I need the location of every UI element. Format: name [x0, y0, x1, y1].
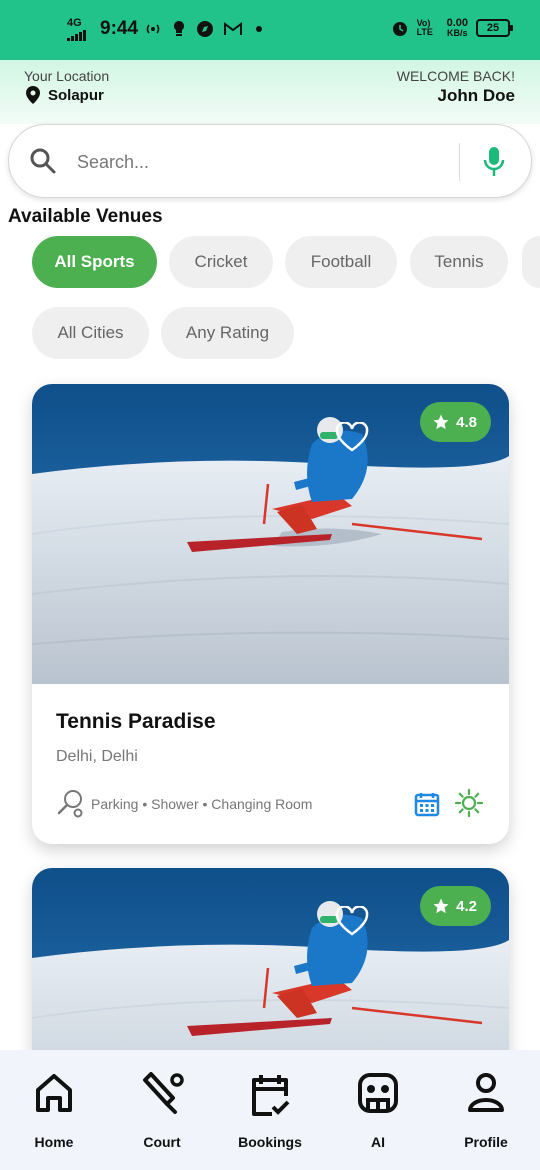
calendar-check-icon [252, 1075, 290, 1116]
compass-icon [197, 21, 213, 37]
person-icon [468, 1073, 504, 1112]
app-header: Your Location Solapur WELCOME BACK! John… [0, 60, 540, 124]
chip-cricket[interactable]: Cricket [169, 236, 273, 288]
bottom-navigation: Home Court Bookings AI Profile [0, 1050, 540, 1170]
nav-court-label: Court [143, 1134, 181, 1150]
alarm-icon [392, 22, 407, 36]
location-selector[interactable]: Solapur [26, 86, 104, 104]
welcome-label: WELCOME BACK! [396, 68, 515, 84]
signal-icon [67, 30, 86, 41]
nav-ai[interactable]: AI [324, 1050, 432, 1170]
chip-any-rating[interactable]: Any Rating [161, 307, 294, 359]
favorite-heart-icon[interactable] [335, 422, 369, 452]
calendar-icon[interactable] [414, 791, 440, 817]
nav-profile-label: Profile [464, 1134, 508, 1150]
dot-icon [256, 26, 262, 32]
chip-tennis[interactable]: Tennis [410, 236, 508, 288]
battery-level: 25 [486, 21, 500, 34]
bulb-icon [174, 21, 184, 36]
home-icon [36, 1074, 72, 1112]
venue-name: Tennis Paradise [56, 710, 216, 733]
rating-badge: 4.8 [420, 402, 491, 442]
rating-value: 4.8 [456, 413, 477, 431]
battery-icon: 25 [476, 19, 513, 37]
nav-profile[interactable]: Profile [432, 1050, 540, 1170]
section-title: Available Venues [8, 206, 163, 227]
chip-football[interactable]: Football [285, 236, 397, 288]
rating-badge: 4.2 [420, 886, 491, 926]
robot-icon [358, 1073, 398, 1113]
search-divider [459, 143, 460, 181]
venue-amenities: Parking • Shower • Changing Room [91, 796, 313, 812]
search-icon [30, 148, 56, 174]
network-indicator: 4G [67, 18, 86, 41]
nav-court[interactable]: Court [108, 1050, 216, 1170]
nav-home-label: Home [34, 1134, 74, 1150]
search-input[interactable] [77, 145, 447, 179]
nav-bookings[interactable]: Bookings [216, 1050, 324, 1170]
status-bar: 4G 9:44 Vo) LTE 0.00 KB/s 25 [0, 0, 540, 60]
network-type: 4G [67, 17, 82, 29]
volte-indicator: Vo) LTE [416, 18, 433, 37]
location-value: Solapur [48, 86, 104, 104]
nav-ai-label: AI [371, 1134, 385, 1150]
clock: 9:44 [100, 18, 139, 39]
net-speed-unit: KB/s [447, 28, 468, 38]
nav-home[interactable]: Home [0, 1050, 108, 1170]
mic-icon[interactable] [482, 145, 506, 179]
status-right: Vo) LTE 0.00 KB/s 25 [391, 18, 513, 38]
venue-card[interactable]: 4.8 Tennis Paradise Delhi, Delhi Parking… [32, 384, 509, 844]
chip-all-sports[interactable]: All Sports [32, 236, 157, 288]
chip-more[interactable] [522, 236, 540, 288]
gmail-icon [224, 22, 242, 35]
hotspot-icon [146, 24, 160, 34]
search-bar [8, 124, 532, 198]
sun-icon [454, 788, 484, 818]
star-icon [433, 898, 449, 914]
notification-icons [144, 20, 266, 38]
amenities-icon [57, 790, 83, 818]
court-icon [143, 1072, 184, 1114]
venue-location: Delhi, Delhi [56, 748, 138, 765]
location-label: Your Location [24, 68, 110, 84]
favorite-heart-icon[interactable] [335, 906, 369, 936]
chip-all-cities[interactable]: All Cities [32, 307, 149, 359]
location-pin-icon [26, 86, 40, 104]
app-screen: 4G 9:44 Vo) LTE 0.00 KB/s 25 Your Locati… [0, 0, 540, 1170]
user-name: John Doe [437, 86, 515, 105]
nav-bookings-label: Bookings [238, 1134, 302, 1150]
rating-value: 4.2 [456, 897, 477, 915]
star-icon [433, 414, 449, 430]
